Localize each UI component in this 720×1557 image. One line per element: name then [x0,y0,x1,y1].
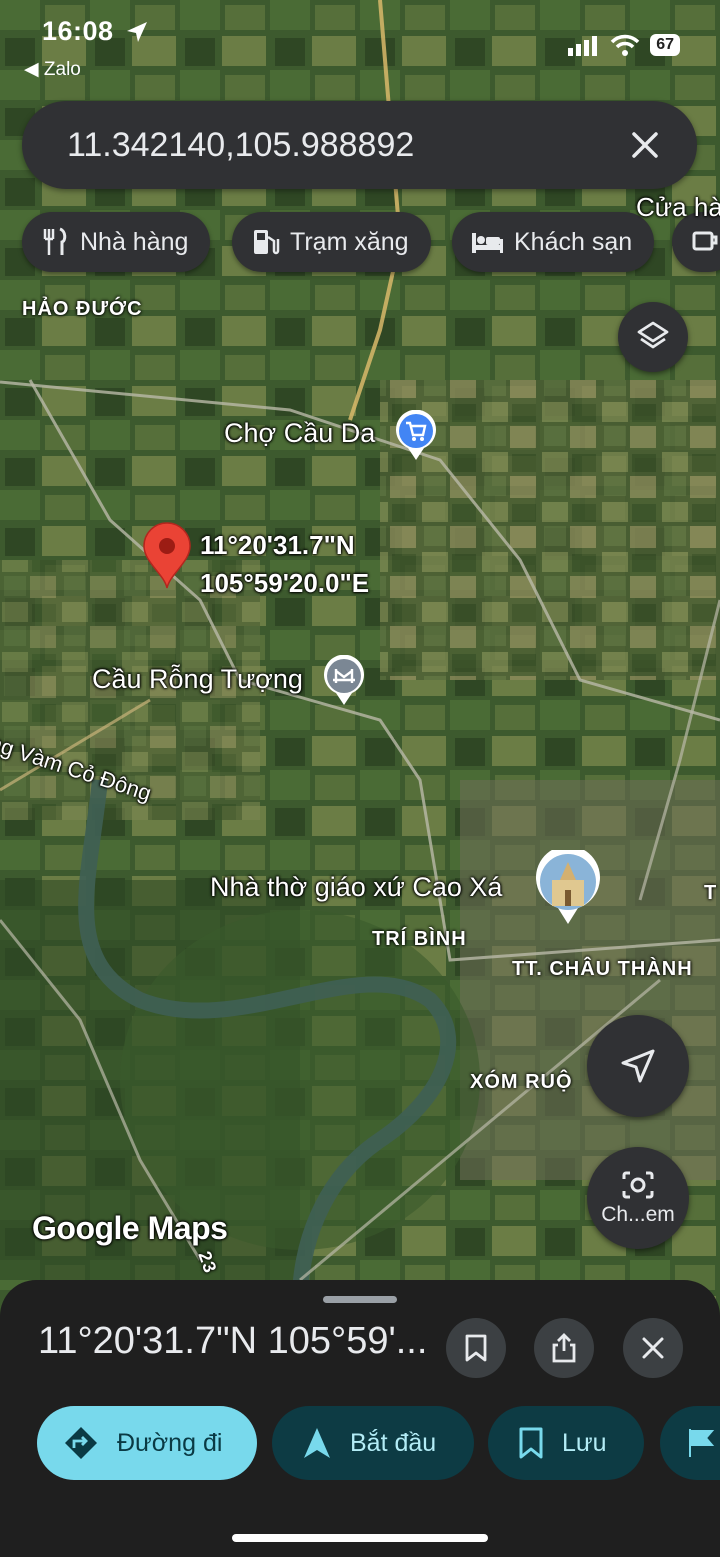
chip-label: Trạm xăng [290,227,409,256]
layers-icon [637,321,669,349]
search-input[interactable]: 11.342140,105.988892 [67,126,615,165]
navigation-start-icon [304,1428,330,1458]
bookmark-icon [519,1427,543,1459]
map-label-xom-ruong: XÓM RUỘ [470,1071,573,1093]
map-label-cua-ha: Cửa hà [636,192,720,222]
pin-latitude: 11°20'31.7"N [200,530,355,560]
bookmark-icon [465,1334,487,1362]
map-label-nha-tho[interactable]: Nhà thờ giáo xứ Cao Xá [210,872,502,903]
location-arrow-icon [127,22,147,42]
directions-button[interactable]: Đường đi [37,1406,257,1480]
sheet-drag-handle[interactable] [323,1296,397,1303]
clear-search-button[interactable] [615,115,675,175]
directions-icon [65,1427,97,1459]
share-icon [552,1333,576,1363]
pin-longitude: 105°59'20.0"E [200,568,370,598]
sheet-title: 11°20'31.7"N 105°59'... [38,1320,428,1362]
chip-gas-stations[interactable]: Trạm xăng [232,212,431,272]
save-button[interactable]: Lưu [488,1406,644,1480]
bed-icon [472,233,503,253]
shopping-cart-pin-icon[interactable] [394,410,438,462]
camera-button-label: Ch...em [601,1203,675,1226]
start-label: Bắt đầu [350,1428,437,1457]
location-pin-icon[interactable] [142,522,192,590]
status-icons: 67 [568,34,680,56]
church-photo-pin-icon[interactable] [534,850,602,926]
cellular-signal-icon [568,36,598,56]
map-label-cau-rong-tuong[interactable]: Cầu Rỗng Tượng [92,664,303,695]
save-label: Lưu [562,1428,607,1457]
fork-knife-icon [43,227,67,255]
share-button[interactable] [534,1318,594,1378]
chip-hotels[interactable]: Khách sạn [452,212,655,272]
map-label-cho-cau-da[interactable]: Chợ Cầu Da [224,418,375,449]
bridge-pin-icon[interactable] [321,655,367,707]
back-triangle-icon: ◀ [24,59,44,80]
start-button[interactable]: Bắt đầu [272,1406,474,1480]
navigation-arrow-icon [621,1049,655,1083]
chip-label: Khách sạn [514,227,633,256]
coffee-cup-icon [692,231,718,251]
map-label-hao-duoc: HẢO ĐƯỚC [22,298,143,320]
directions-label: Đường đi [117,1428,223,1457]
layers-button[interactable] [618,302,688,372]
chip-label: Nhà hàng [80,227,189,256]
close-icon [642,1337,664,1359]
map-label-edge-t: T [704,882,718,904]
status-time: 16:08 [42,16,114,46]
search-bar[interactable]: 11.342140,105.988892 [22,101,697,189]
camera-icon [622,1171,654,1199]
close-sheet-button[interactable] [623,1318,683,1378]
close-icon [632,132,658,158]
save-bookmark-button[interactable] [446,1318,506,1378]
battery-indicator: 67 [650,34,680,56]
my-location-button[interactable] [587,1015,689,1117]
back-app-label: Zalo [43,59,81,80]
gas-station-icon [254,230,280,255]
wifi-icon [610,34,640,56]
map-label-tri-binh: TRÍ BÌNH [372,928,467,950]
pin-coordinates-label: 11°20'31.7"N 105°59'20.0"E [200,526,369,602]
home-indicator [232,1534,488,1542]
flag-icon [689,1429,715,1457]
google-maps-logo: Google Maps [32,1210,228,1246]
map-label-tt-chau-thanh: TT. CHÂU THÀNH [512,958,693,980]
back-to-app-link[interactable]: ◀ Zalo [24,58,81,81]
camera-explore-button[interactable]: Ch...em [587,1147,689,1249]
chip-restaurants[interactable]: Nhà hàng [22,212,211,272]
